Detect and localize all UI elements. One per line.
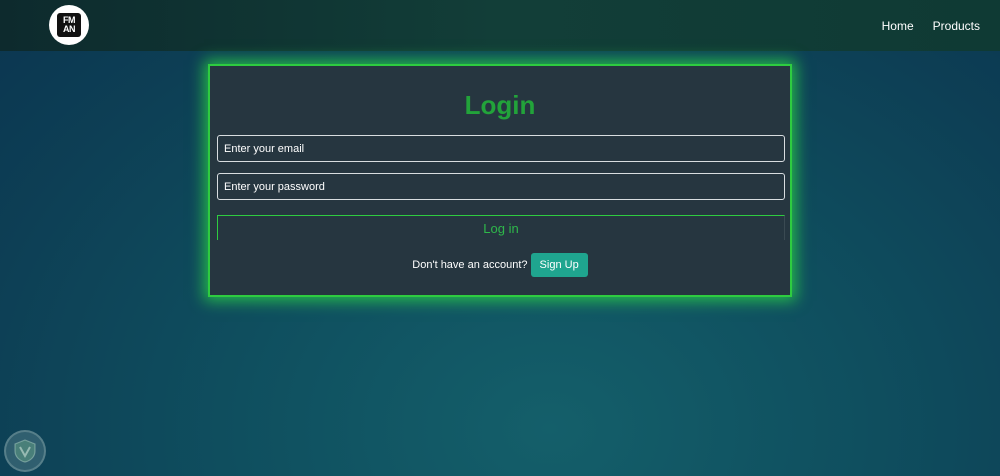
nav-links: Home Products [882,0,980,51]
nav-link-home[interactable]: Home [882,19,914,33]
brand-logo-icon[interactable]: FM AN [49,5,89,45]
login-card: Login Enter your email Enter your passwo… [208,64,792,297]
login-title: Login [464,90,536,120]
email-placeholder: Enter your email [224,142,305,155]
nav-link-products[interactable]: Products [933,19,980,33]
signup-row: Don't have an account? Sign Up [210,252,790,277]
shield-watermark-icon [4,430,46,472]
login-button[interactable]: Log in [217,215,785,240]
navbar: FM AN Home Products [0,0,1000,51]
signup-prompt: Don't have an account? [412,258,528,271]
email-field[interactable]: Enter your email [217,135,785,162]
shield-watermark-glyph [14,439,36,463]
password-placeholder: Enter your password [224,180,325,193]
logo-mark: FM AN [57,13,81,37]
logo-text-bottom: AN [63,24,76,34]
signup-button[interactable]: Sign Up [530,252,588,277]
password-field[interactable]: Enter your password [217,173,785,200]
